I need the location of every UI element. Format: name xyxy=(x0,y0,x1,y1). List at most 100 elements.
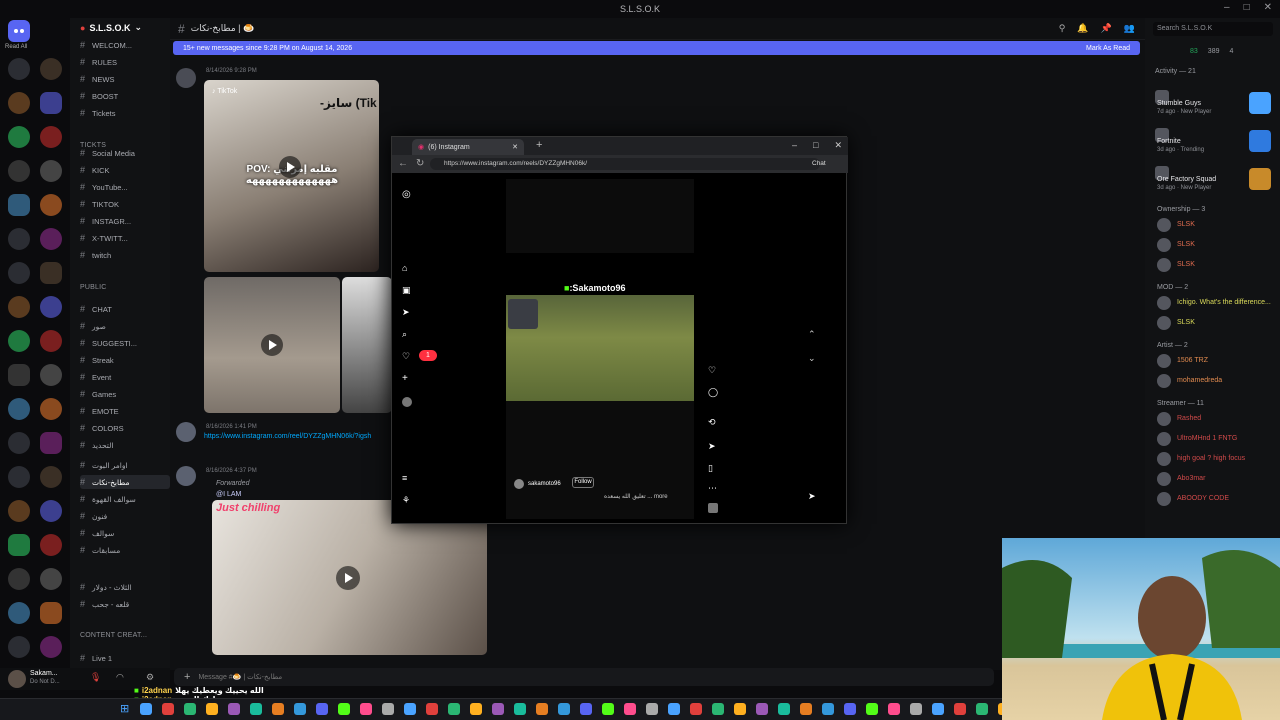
server-icon[interactable] xyxy=(8,534,30,556)
notifications-heart-icon[interactable]: ♡ xyxy=(402,351,410,362)
channel-1[interactable]: # RULES xyxy=(80,55,170,69)
server-icon[interactable] xyxy=(8,432,30,454)
member-name[interactable]: Ichigo. What's the difference... xyxy=(1177,299,1271,306)
new-messages-bar[interactable]: 15+ new messages since 9:28 PM on August… xyxy=(173,41,1140,55)
previous-reel-icon[interactable]: ⌃ xyxy=(808,329,816,340)
channel-13[interactable]: # صور xyxy=(80,319,170,333)
home-icon[interactable]: ⌂ xyxy=(402,263,407,273)
taskbar-app-icon[interactable] xyxy=(580,703,592,715)
member-name[interactable]: SLSK xyxy=(1177,319,1195,326)
taskbar-app-icon[interactable] xyxy=(976,703,988,715)
taskbar-app-icon[interactable] xyxy=(822,703,834,715)
channel-24[interactable]: # فنون xyxy=(80,509,170,523)
channel-5[interactable]: # Social Media xyxy=(80,146,170,160)
member-avatar[interactable] xyxy=(1157,218,1171,232)
channel-28[interactable]: # قلعه - جحب xyxy=(80,597,170,611)
next-reel-icon[interactable]: ⌄ xyxy=(808,353,816,364)
reel-username[interactable]: sakamoto96 xyxy=(528,481,561,487)
server-icon[interactable] xyxy=(40,330,62,352)
taskbar-app-icon[interactable] xyxy=(866,703,878,715)
menu-icon[interactable]: ≡ xyxy=(402,473,407,483)
channel-6[interactable]: # KICK xyxy=(80,163,170,177)
taskbar-app-icon[interactable] xyxy=(338,703,350,715)
member-name[interactable]: UltroMHnd 1 FNTG xyxy=(1177,435,1237,442)
reel-user-avatar[interactable] xyxy=(514,479,524,489)
message-link[interactable]: https://www.instagram.com/reel/DYZZgMHN0… xyxy=(204,433,371,440)
channel-27[interactable]: # الثلاث - دولار xyxy=(80,580,170,594)
video-embed[interactable] xyxy=(204,277,340,413)
server-icon[interactable] xyxy=(8,92,30,114)
server-icon[interactable] xyxy=(40,262,62,284)
member-name[interactable]: Rashed xyxy=(1177,415,1201,422)
channel-20[interactable]: # التحديد xyxy=(80,438,170,452)
taskbar-app-icon[interactable] xyxy=(426,703,438,715)
back-icon[interactable]: ← xyxy=(398,158,408,169)
member-name[interactable]: high goal ? high focus xyxy=(1177,455,1245,462)
play-icon[interactable] xyxy=(279,156,301,178)
server-icon[interactable] xyxy=(40,126,62,148)
message-input[interactable]: Message #🍮 | مطابخ-نكات xyxy=(198,673,282,681)
like-icon[interactable]: ♡ xyxy=(708,365,716,376)
taskbar-app-icon[interactable] xyxy=(316,703,328,715)
member-name[interactable]: 1506 TRZ xyxy=(1177,357,1208,364)
taskbar-app-icon[interactable] xyxy=(668,703,680,715)
headphones-icon[interactable]: ◠ xyxy=(116,672,124,683)
server-icon[interactable] xyxy=(8,500,30,522)
save-icon[interactable]: ▯ xyxy=(708,463,713,474)
taskbar-app-icon[interactable] xyxy=(690,703,702,715)
server-icon[interactable] xyxy=(8,296,30,318)
server-icon[interactable] xyxy=(40,568,62,590)
messages-icon[interactable]: ➤ xyxy=(402,307,410,318)
channel-22[interactable]: # مطابخ-نكات xyxy=(80,475,170,489)
channel-15[interactable]: # Streak xyxy=(80,353,170,367)
maximize-icon[interactable]: □ xyxy=(813,140,818,151)
server-icon[interactable] xyxy=(8,398,30,420)
follow-button[interactable]: Follow xyxy=(572,477,594,488)
instagram-logo-icon[interactable]: ◎ xyxy=(402,189,411,200)
channel-3[interactable]: # BOOST xyxy=(80,89,170,103)
server-icon[interactable] xyxy=(40,500,62,522)
repost-icon[interactable]: ⟲ xyxy=(708,417,716,428)
member-avatar[interactable] xyxy=(1157,452,1171,466)
video-embed[interactable] xyxy=(342,277,392,413)
taskbar-app-icon[interactable] xyxy=(404,703,416,715)
taskbar-app-icon[interactable] xyxy=(712,703,724,715)
server-icon[interactable] xyxy=(8,636,30,658)
channel-16[interactable]: # Event xyxy=(80,370,170,384)
channel-29[interactable]: # Live 1 xyxy=(80,651,170,665)
member-name[interactable]: SLSK xyxy=(1177,241,1195,248)
server-icon[interactable] xyxy=(8,58,30,80)
channel-0[interactable]: # WELCOM... xyxy=(80,38,170,52)
avatar[interactable] xyxy=(176,466,196,486)
server-icon[interactable] xyxy=(40,296,62,318)
server-icon[interactable] xyxy=(40,432,62,454)
channel-8[interactable]: # TIKTOK xyxy=(80,197,170,211)
taskbar-app-icon[interactable] xyxy=(734,703,746,715)
server-icon[interactable] xyxy=(8,466,30,488)
search-icon[interactable]: ⌕ xyxy=(402,329,407,340)
server-icon[interactable] xyxy=(40,364,62,386)
mark-as-read-button[interactable]: Mark As Read xyxy=(1086,45,1130,52)
category-content-creators[interactable]: CONTENT CREAT... xyxy=(80,632,147,639)
server-icon[interactable] xyxy=(8,602,30,624)
members-icon[interactable]: 👥 xyxy=(1124,23,1135,34)
channel-25[interactable]: # سوالف xyxy=(80,526,170,540)
avatar[interactable] xyxy=(176,422,196,442)
channel-11[interactable]: # twitch xyxy=(80,248,170,262)
member-avatar[interactable] xyxy=(1157,238,1171,252)
server-icon[interactable] xyxy=(40,92,62,114)
member-name[interactable]: mohamedreda xyxy=(1177,377,1222,384)
pin-icon[interactable]: 📌 xyxy=(1101,23,1112,34)
play-icon[interactable] xyxy=(261,334,283,356)
channel-7[interactable]: # YouTube... xyxy=(80,180,170,194)
taskbar-app-icon[interactable] xyxy=(602,703,614,715)
mention[interactable]: @I LAM xyxy=(216,491,241,498)
member-avatar[interactable] xyxy=(1157,374,1171,388)
taskbar-app-icon[interactable] xyxy=(228,703,240,715)
new-tab-icon[interactable]: + xyxy=(536,139,542,151)
create-icon[interactable]: + xyxy=(402,373,408,384)
taskbar-app-icon[interactable] xyxy=(954,703,966,715)
settings-icon[interactable]: ⚙ xyxy=(146,672,154,683)
member-avatar[interactable] xyxy=(1157,258,1171,272)
member-avatar[interactable] xyxy=(1157,432,1171,446)
